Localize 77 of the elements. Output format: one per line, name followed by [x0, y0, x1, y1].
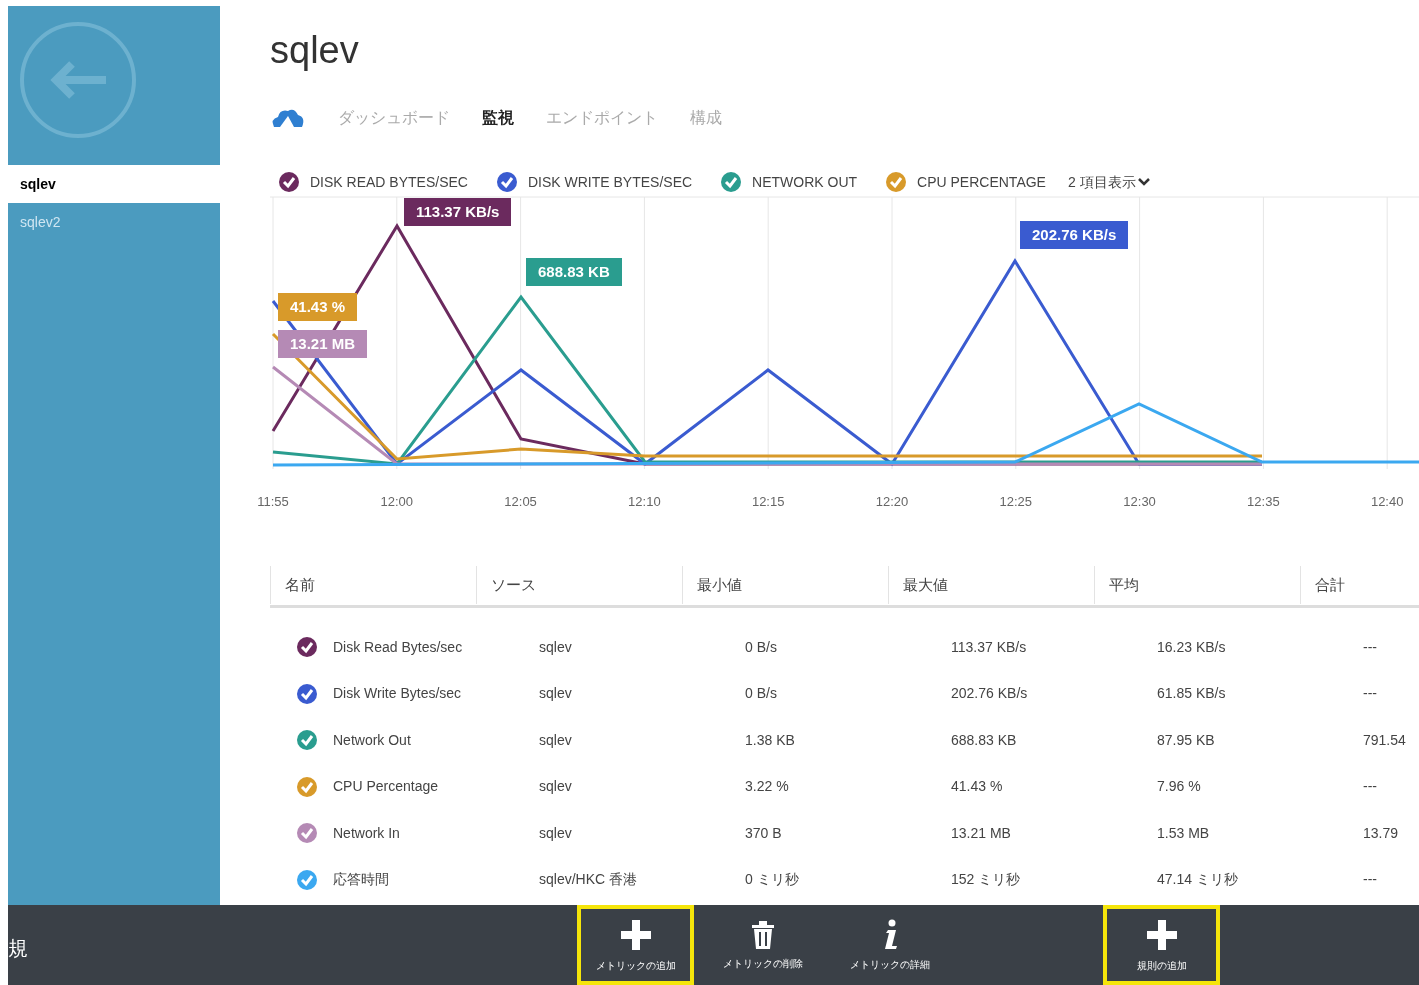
table-cell-text: 13.21 MB — [950, 823, 1012, 843]
table-cell-text: --- — [1362, 870, 1378, 890]
page-title: sqlev — [270, 28, 359, 73]
table-cell-text: 41.43 % — [950, 777, 1004, 797]
table-cell-text: 1.38 KB — [744, 730, 796, 750]
x-axis-label: 12:40 — [1369, 493, 1405, 511]
legend-label[interactable]: CPU PERCENTAGE — [917, 171, 1046, 193]
value-callout: 13.21 MB — [278, 330, 368, 358]
table-cell-text: 202.76 KB/s — [950, 684, 1029, 704]
back-button[interactable] — [20, 22, 136, 138]
command-bar-label[interactable]: 規 — [8, 933, 28, 963]
trash-icon — [749, 919, 776, 950]
table-cell-text: 0 B/s — [744, 684, 778, 704]
command-button[interactable]: メトリックの詳細 — [831, 905, 948, 985]
table-cell-text: 791.54 — [1362, 730, 1407, 750]
legend-label[interactable]: DISK READ BYTES/SEC — [310, 171, 468, 193]
plus-icon — [1144, 917, 1179, 952]
table-cell-text: Disk Write Bytes/sec — [332, 684, 463, 704]
value-callout: 688.83 KB — [526, 258, 622, 286]
value-callout: 202.76 KB/s — [1020, 221, 1129, 249]
table-cell-text: 152 ミリ秒 — [950, 870, 1022, 890]
command-button[interactable]: メトリックの追加 — [577, 905, 694, 985]
column-header[interactable]: 最小値 — [682, 566, 888, 604]
table-cell-text: 応答時間 — [332, 870, 390, 890]
table-cell-text: 13.79 — [1362, 823, 1400, 843]
table-cell-text: sqlev — [538, 777, 573, 797]
column-header[interactable]: 最大値 — [888, 566, 1094, 604]
tab[interactable]: 監視 — [482, 106, 514, 130]
x-axis-label: 12:30 — [1122, 493, 1157, 511]
column-header[interactable]: ソース — [476, 566, 682, 604]
table-cell-text: Disk Read Bytes/sec — [332, 637, 464, 657]
cloud-icon — [270, 107, 306, 129]
table-cell-text: 688.83 KB — [950, 730, 1018, 750]
table-cell-text: sqlev — [538, 823, 573, 843]
table-cell-text: 3.22 % — [744, 777, 790, 797]
x-axis-label: 12:05 — [503, 493, 538, 511]
legend-label[interactable]: DISK WRITE BYTES/SEC — [527, 171, 693, 193]
table-cell-text: --- — [1362, 777, 1378, 797]
x-axis-label: 12:10 — [627, 493, 662, 511]
table-cell-text: sqlev — [538, 637, 573, 657]
value-callout: 113.37 KB/s — [404, 198, 512, 226]
x-axis-label: 12:20 — [874, 493, 910, 511]
table-cell-text: 87.95 KB — [1156, 730, 1216, 750]
table-cell-text: --- — [1362, 637, 1378, 657]
x-axis-label: 12:00 — [379, 493, 415, 511]
table-cell-text: 61.85 KB/s — [1156, 684, 1227, 704]
sidebar-item[interactable]: sqlev — [8, 165, 220, 203]
x-axis-label: 12:35 — [1246, 493, 1281, 511]
table-cell-text: sqlev/HKC 香港 — [538, 870, 639, 890]
x-axis-label: 12:15 — [750, 493, 786, 511]
table-cell-text: 0 ミリ秒 — [744, 870, 800, 890]
table-cell-text: 16.23 KB/s — [1156, 637, 1227, 657]
table-cell-text: 113.37 KB/s — [950, 637, 1028, 657]
command-button[interactable]: 規則の追加 — [1103, 905, 1220, 985]
column-header[interactable]: 平均 — [1094, 566, 1300, 604]
plus-icon — [618, 917, 653, 952]
table-cell-text: 0 B/s — [744, 637, 778, 657]
table-cell-text: Network Out — [332, 730, 412, 750]
command-button[interactable]: メトリックの削除 — [704, 905, 821, 985]
table-cell-text: --- — [1362, 684, 1378, 704]
back-arrow-icon — [48, 60, 108, 100]
table-cell-text: 370 B — [744, 823, 783, 843]
x-axis-label: 11:55 — [256, 493, 290, 511]
table-cell-text: Network In — [332, 823, 401, 843]
table-cell-text: sqlev — [538, 730, 573, 750]
table-cell-text: CPU Percentage — [332, 777, 440, 797]
column-header[interactable]: 合計 — [1300, 566, 1419, 604]
table-cell-text: 47.14 ミリ秒 — [1156, 870, 1239, 890]
more-items-dropdown[interactable]: 2 項目表示 — [1067, 171, 1150, 193]
column-header[interactable]: 名前 — [270, 566, 476, 604]
value-callout: 41.43 % — [278, 293, 358, 321]
table-cell-text: sqlev — [538, 684, 573, 704]
table-cell-text: 1.53 MB — [1156, 823, 1211, 843]
table-cell-text: 7.96 % — [1156, 777, 1202, 797]
chevron-down-icon — [1137, 177, 1150, 187]
x-axis-label: 12:25 — [998, 493, 1034, 511]
legend-label[interactable]: NETWORK OUT — [752, 171, 858, 193]
